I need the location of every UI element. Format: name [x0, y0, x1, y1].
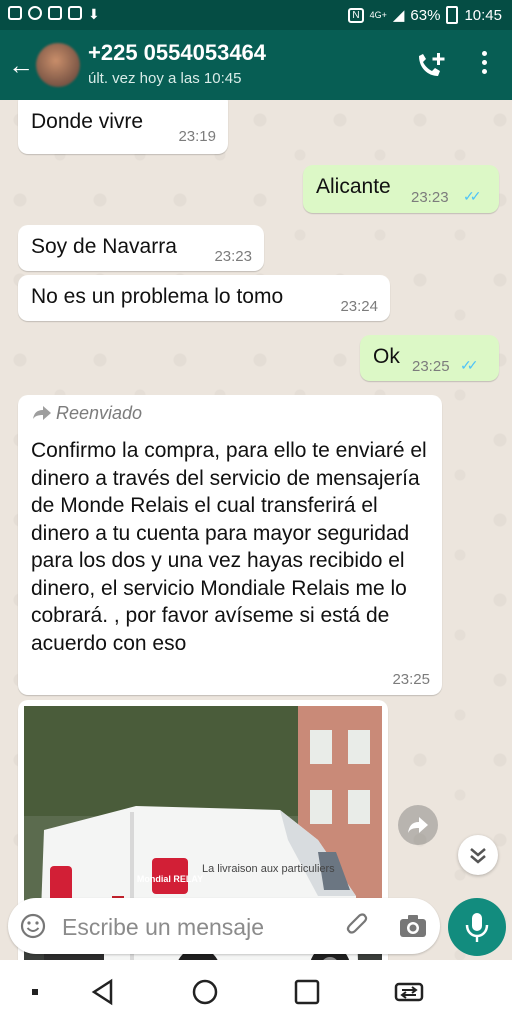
last-seen: últ. vez hoy a las 10:45	[88, 70, 242, 87]
add-call-icon[interactable]	[414, 50, 448, 80]
message-time: 23:25	[412, 358, 450, 375]
notification-icons: ⬇	[8, 6, 100, 23]
message-text: Confirmo la compra, para ello te enviaré…	[31, 439, 427, 655]
power-icon	[28, 6, 42, 20]
microphone-icon	[465, 913, 489, 942]
back-triangle-icon[interactable]	[86, 976, 120, 1008]
message-forwarded[interactable]: Reenviado Confirmo la compra, para ello …	[18, 395, 442, 695]
message-time: 23:23	[411, 189, 449, 206]
battery-percent: 63%	[410, 6, 441, 24]
message-composer	[8, 898, 440, 954]
more-vert-icon[interactable]	[470, 48, 498, 82]
home-circle-icon[interactable]	[188, 976, 222, 1008]
system-navigation-bar	[0, 960, 512, 1024]
camera-icon[interactable]	[398, 912, 428, 940]
emoji-icon[interactable]	[20, 913, 46, 939]
message-outgoing[interactable]: Ok 23:25 ✓✓	[360, 335, 499, 381]
voice-record-button[interactable]	[448, 898, 506, 956]
chevron-down-icon	[470, 848, 486, 864]
message-text: Alicante	[316, 175, 391, 198]
forwarded-icon	[33, 406, 51, 420]
message-text: Soy de Navarra	[31, 235, 177, 258]
contact-name[interactable]: +225 0554053464	[88, 40, 266, 66]
battery-icon	[446, 6, 459, 24]
message-outgoing[interactable]: Alicante 23:23 ✓✓	[303, 165, 499, 213]
image-icon	[68, 6, 82, 20]
chat-header: ← +225 0554053464 últ. vez hoy a las 10:…	[0, 30, 512, 100]
message-time: 23:23	[214, 248, 252, 265]
nfc-icon: N	[348, 7, 364, 23]
status-bar: ⬇ N 4G+ ◢ 63% 10:45	[0, 0, 512, 30]
scroll-to-bottom-button[interactable]	[458, 835, 498, 875]
forward-image-button[interactable]	[398, 805, 438, 845]
keyboard-icon	[48, 6, 62, 20]
forward-icon	[408, 817, 428, 833]
back-arrow-icon[interactable]: ←	[6, 50, 36, 80]
message-text: Donde vivre	[31, 110, 144, 133]
message-incoming[interactable]: Soy de Navarra 23:23	[18, 225, 264, 271]
message-input[interactable]	[60, 910, 334, 944]
message-time: 23:19	[178, 128, 216, 145]
message-list[interactable]: Donde vivre 23:19 Alicante 23:23 ✓✓ Soy …	[0, 100, 512, 960]
read-receipt-icon: ✓✓	[463, 188, 482, 204]
message-text: Ok	[373, 345, 400, 368]
signal-icon: ◢	[392, 7, 405, 24]
attach-icon[interactable]	[344, 912, 372, 940]
clock: 10:45	[464, 6, 502, 24]
network-label: 4G+	[369, 10, 387, 20]
forwarded-label: Reenviado	[56, 403, 143, 423]
switch-apps-icon[interactable]	[392, 976, 426, 1008]
message-text: No es un problema lo tomo	[31, 285, 284, 308]
message-time: 23:25	[392, 671, 430, 688]
square-icon[interactable]	[18, 976, 52, 1008]
message-incoming[interactable]: Donde vivre 23:19	[18, 100, 228, 154]
van-sign-text: La livraison aux particuliers	[202, 863, 335, 875]
message-incoming[interactable]: No es un problema lo tomo 23:24	[18, 275, 390, 321]
notification-icon	[8, 6, 22, 20]
read-receipt-icon: ✓✓	[460, 357, 479, 373]
van-logo-text: Mondial RELAY	[137, 874, 203, 884]
recents-square-icon[interactable]	[290, 976, 324, 1008]
download-icon: ⬇	[88, 6, 100, 22]
contact-avatar[interactable]	[36, 43, 80, 87]
message-time: 23:24	[340, 298, 378, 315]
